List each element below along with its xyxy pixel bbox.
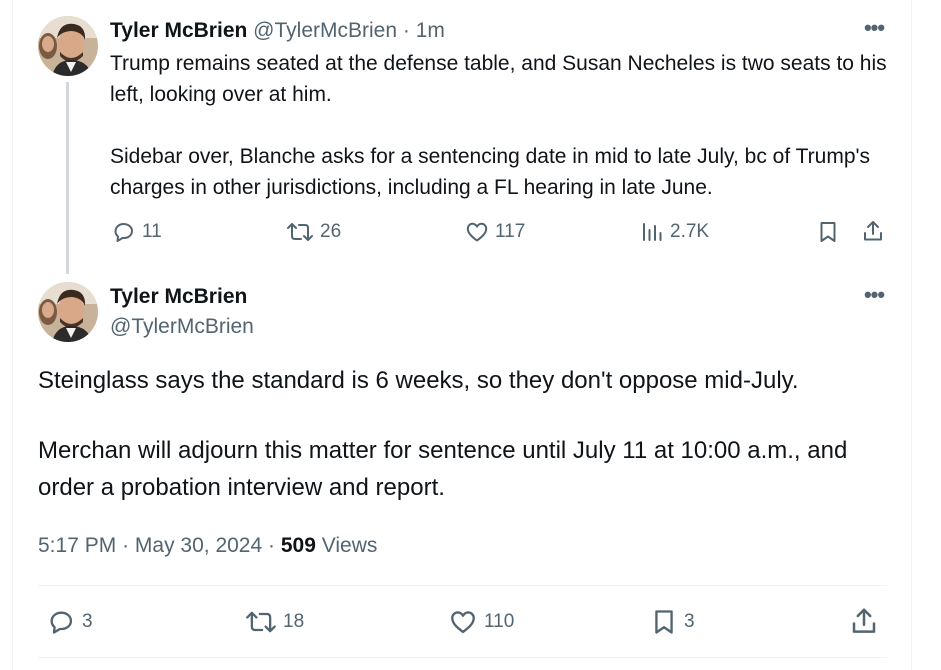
avatar[interactable]	[38, 16, 98, 76]
tweet-paragraph: Steinglass says the standard is 6 weeks,…	[38, 367, 799, 394]
share-icon	[852, 608, 876, 633]
share-icon	[864, 221, 882, 241]
like-count: 110	[484, 611, 515, 632]
tweet-date[interactable]: May 30, 2024	[135, 534, 262, 557]
like-button[interactable]: 110	[448, 608, 514, 636]
bookmark-button[interactable]	[816, 220, 840, 244]
tweet-paragraph: Sidebar over, Blanche asks for a sentenc…	[110, 145, 871, 199]
avatar[interactable]	[38, 282, 98, 342]
tweet-paragraph: Merchan will adjourn this matter for sen…	[38, 437, 848, 501]
views-count: 509	[280, 534, 316, 557]
repost-icon	[246, 611, 276, 633]
meta-separator: ·	[268, 534, 276, 557]
tweet-metadata: 5:17 PM · May 30, 2024 · 509 Views	[38, 532, 377, 560]
like-count: 117	[495, 221, 526, 242]
like-icon	[451, 611, 475, 634]
author-handle[interactable]: @TylerMcBrien	[110, 313, 254, 341]
repost-button[interactable]: 26	[286, 220, 341, 244]
author-handle[interactable]: @TylerMcBrien	[253, 19, 397, 42]
views-icon	[643, 223, 662, 241]
tweet-text: Trump remains seated at the defense tabl…	[110, 48, 890, 203]
repost-count: 26	[320, 221, 342, 242]
tweet-text: Steinglass says the standard is 6 weeks,…	[38, 362, 898, 506]
author-name[interactable]: Tyler McBrien	[110, 285, 247, 308]
reply-button[interactable]: 3	[46, 608, 93, 636]
reply-count: 3	[82, 611, 93, 632]
tweet-paragraph: Trump remains seated at the defense tabl…	[110, 52, 887, 106]
author-name[interactable]: Tyler McBrien	[110, 19, 247, 42]
tweet-header: Tyler McBrien @TylerMcBrien · 1m	[110, 17, 445, 45]
views-count: 2.7K	[670, 221, 710, 242]
share-button[interactable]	[861, 219, 885, 243]
repost-icon	[287, 223, 313, 241]
reply-count: 11	[142, 221, 162, 242]
reply-icon	[114, 223, 133, 242]
bookmark-icon	[820, 222, 836, 242]
bookmark-count: 3	[684, 611, 695, 632]
avatar-image	[38, 282, 98, 342]
views-button[interactable]: 2.7K	[640, 220, 709, 244]
divider	[38, 585, 886, 586]
repost-count: 18	[283, 611, 305, 632]
meta-separator: ·	[122, 534, 130, 557]
bookmark-icon	[655, 610, 673, 634]
author-name-row: Tyler McBrien	[110, 283, 247, 311]
header-separator: ·	[402, 19, 410, 42]
like-button[interactable]: 117	[465, 220, 525, 244]
avatar-image	[38, 16, 98, 76]
more-icon[interactable]: •••	[859, 284, 889, 308]
reply-icon	[50, 611, 73, 634]
repost-button[interactable]: 18	[245, 608, 304, 636]
tweet-time[interactable]: 1m	[416, 19, 445, 42]
thread-connector-line	[66, 82, 69, 274]
bookmark-button[interactable]: 3	[650, 607, 695, 637]
like-icon	[466, 222, 488, 242]
tweet-time[interactable]: 5:17 PM	[38, 534, 116, 557]
more-icon[interactable]: •••	[859, 17, 889, 41]
reply-button[interactable]: 11	[111, 220, 162, 244]
divider	[38, 657, 886, 658]
share-button[interactable]	[849, 606, 879, 636]
views-label: Views	[321, 534, 378, 557]
